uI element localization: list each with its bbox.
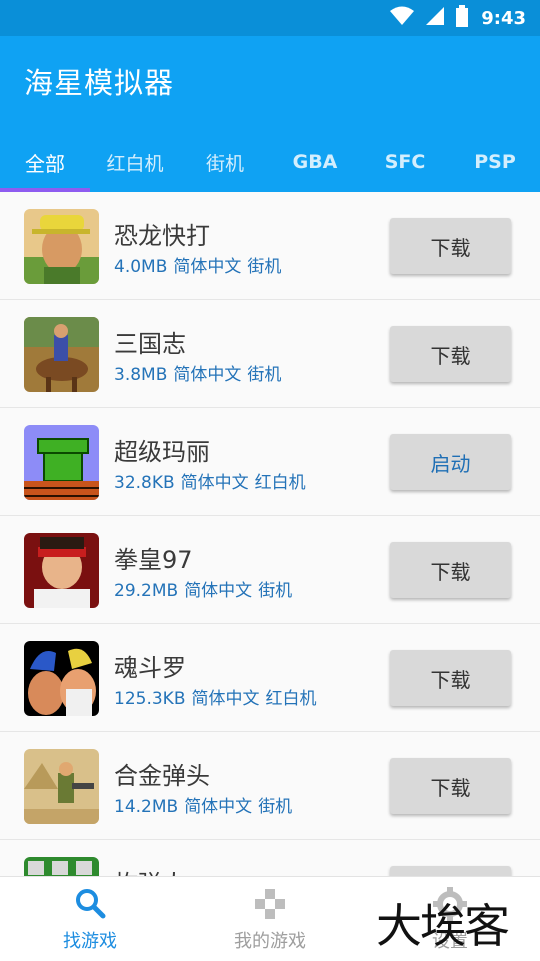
download-button[interactable]: 下载 xyxy=(390,758,511,814)
game-name: 超级玛丽 xyxy=(114,438,210,466)
game-meta: 29.2MB 简体中文 街机 xyxy=(114,576,298,601)
game-name: 恐龙快打 xyxy=(114,222,210,250)
game-meta: 32.8KB 简体中文 红白机 xyxy=(114,468,312,493)
game-name: 拳皇97 xyxy=(114,546,193,574)
game-row[interactable]: 恐龙快打 4.0MB 简体中文 街机 下载 xyxy=(0,192,540,300)
tab-label: 街机 xyxy=(205,152,244,175)
game-language: 简体中文 xyxy=(184,797,253,817)
game-language: 简体中文 xyxy=(173,257,242,277)
game-name: 炸弹人 xyxy=(114,864,186,876)
game-platform: 街机 xyxy=(247,257,282,277)
tab-label: 红白机 xyxy=(106,152,164,175)
signal-icon xyxy=(425,6,445,31)
wifi-icon xyxy=(389,6,415,31)
battery-icon xyxy=(455,4,469,32)
nav-my-games[interactable]: 我的游戏 xyxy=(180,877,360,961)
app-bar: 海星模拟器 全部 红白机 街机 GBA SFC PSP xyxy=(0,36,540,192)
game-thumbnail xyxy=(24,857,99,876)
game-platform: 红白机 xyxy=(254,473,306,493)
download-button[interactable] xyxy=(390,866,511,876)
game-language: 简体中文 xyxy=(191,689,260,709)
search-icon xyxy=(74,887,106,923)
nav-label: 我的游戏 xyxy=(234,931,306,952)
game-thumbnail xyxy=(24,533,99,608)
game-row[interactable]: 超级玛丽 32.8KB 简体中文 红白机 启动 xyxy=(0,408,540,516)
game-thumbnail xyxy=(24,425,99,500)
game-thumbnail xyxy=(24,749,99,824)
download-button[interactable]: 下载 xyxy=(390,218,511,274)
game-thumbnail xyxy=(24,317,99,392)
game-size: 14.2MB xyxy=(114,797,179,817)
download-button[interactable]: 下载 xyxy=(390,542,511,598)
game-list[interactable]: 恐龙快打 4.0MB 简体中文 街机 下载 三国志 3.8MB 简体中文 街机 下载 xyxy=(0,192,540,876)
game-platform: 街机 xyxy=(247,365,282,385)
tab-gba[interactable]: GBA xyxy=(270,132,360,192)
game-meta: 3.8MB 简体中文 街机 xyxy=(114,360,287,385)
tab-label: GBA xyxy=(292,151,338,173)
game-language: 简体中文 xyxy=(184,581,253,601)
game-platform: 红白机 xyxy=(265,689,317,709)
game-row[interactable]: 炸弹人 xyxy=(0,840,540,876)
game-size: 4.0MB xyxy=(114,257,168,277)
game-name: 三国志 xyxy=(114,330,186,358)
game-platform: 街机 xyxy=(258,797,293,817)
tab-sfc[interactable]: SFC xyxy=(360,132,450,192)
game-name: 合金弹头 xyxy=(114,762,210,790)
game-row[interactable]: 魂斗罗 125.3KB 简体中文 红白机 下载 xyxy=(0,624,540,732)
game-row[interactable]: 三国志 3.8MB 简体中文 街机 下载 xyxy=(0,300,540,408)
watermark: 大埃客 xyxy=(376,899,510,953)
tab-label: SFC xyxy=(384,151,426,173)
tab-label: PSP xyxy=(474,151,516,173)
game-meta: 14.2MB 简体中文 街机 xyxy=(114,792,298,817)
nav-label: 找游戏 xyxy=(63,931,117,952)
tab-nes[interactable]: 红白机 xyxy=(90,132,180,192)
tab-label: 全部 xyxy=(25,151,65,176)
game-meta: 125.3KB 简体中文 红白机 xyxy=(114,684,322,709)
game-thumbnail xyxy=(24,641,99,716)
status-time: 9:43 xyxy=(481,7,526,29)
tab-psp[interactable]: PSP xyxy=(450,132,540,192)
game-language: 简体中文 xyxy=(180,473,249,493)
game-thumbnail xyxy=(24,209,99,284)
download-button[interactable]: 下载 xyxy=(390,650,511,706)
game-row[interactable]: 拳皇97 29.2MB 简体中文 街机 下载 xyxy=(0,516,540,624)
game-size: 3.8MB xyxy=(114,365,168,385)
tab-all[interactable]: 全部 xyxy=(0,132,90,192)
launch-button[interactable]: 启动 xyxy=(390,434,511,490)
game-size: 125.3KB xyxy=(114,689,186,709)
game-size: 32.8KB xyxy=(114,473,175,493)
game-meta: 4.0MB 简体中文 街机 xyxy=(114,252,287,277)
gamepad-icon xyxy=(253,887,287,925)
game-row[interactable]: 合金弹头 14.2MB 简体中文 街机 下载 xyxy=(0,732,540,840)
download-button[interactable]: 下载 xyxy=(390,326,511,382)
game-name: 魂斗罗 xyxy=(114,654,186,682)
game-platform: 街机 xyxy=(258,581,293,601)
tab-arcade[interactable]: 街机 xyxy=(180,132,270,192)
category-tabs: 全部 红白机 街机 GBA SFC PSP xyxy=(0,132,540,192)
status-bar: 9:43 xyxy=(0,0,540,36)
game-size: 29.2MB xyxy=(114,581,179,601)
game-language: 简体中文 xyxy=(173,365,242,385)
app-title: 海星模拟器 xyxy=(24,66,175,100)
nav-find-games[interactable]: 找游戏 xyxy=(0,877,180,961)
